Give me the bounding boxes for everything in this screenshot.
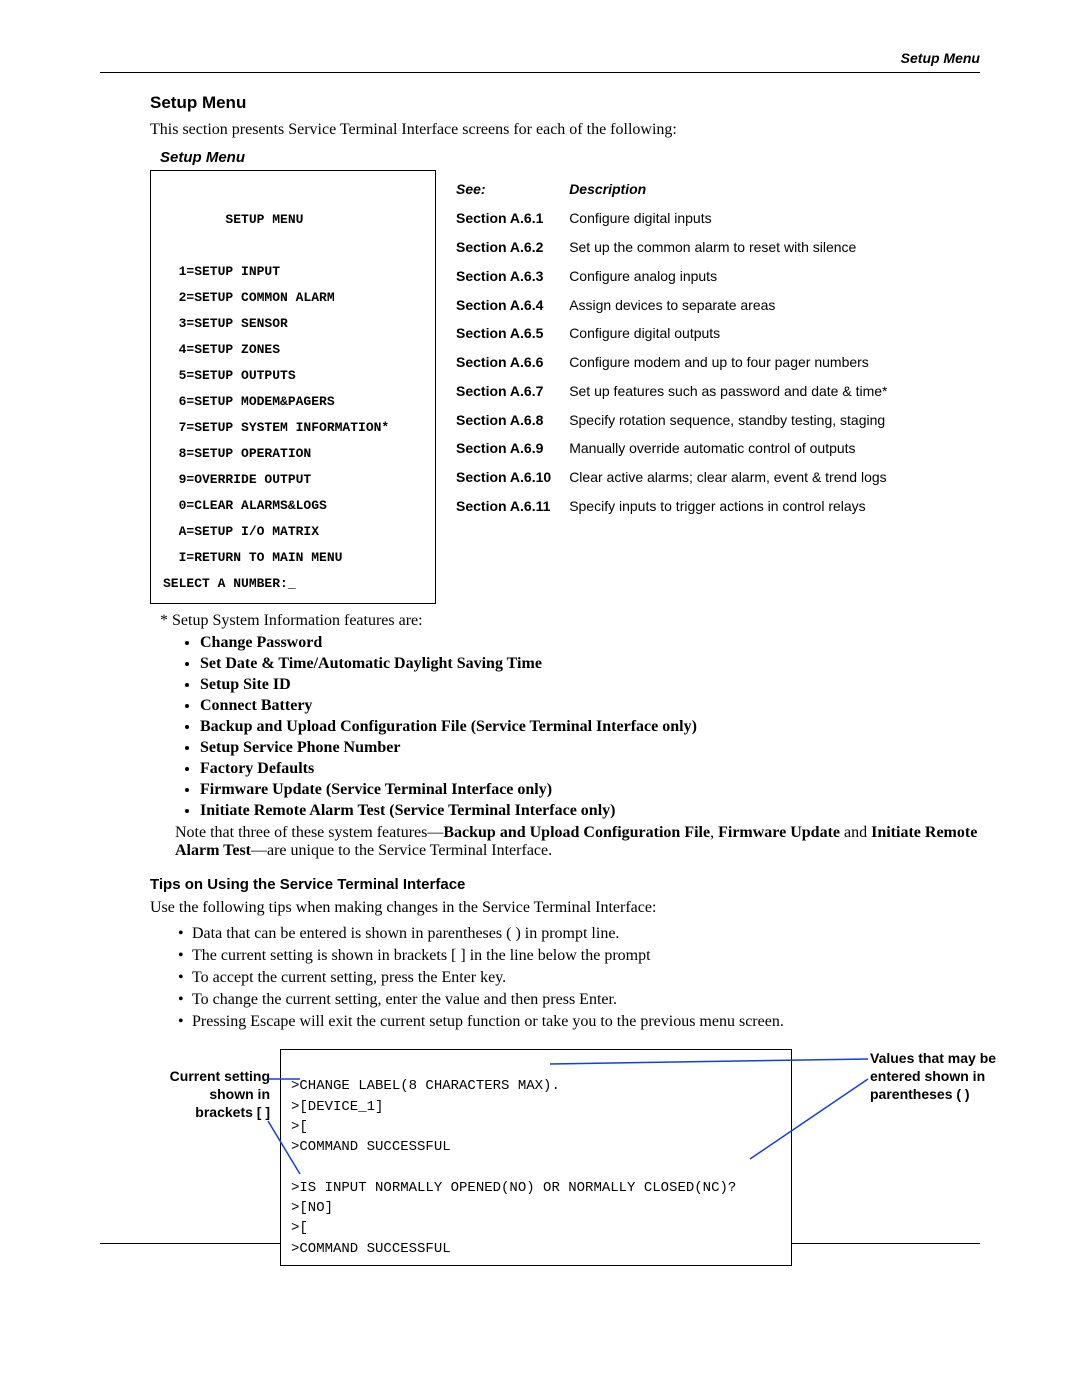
feature-note: Note that three of these system features…	[175, 824, 980, 860]
section-ref: Section A.6.10	[448, 464, 559, 491]
ex-line: >[	[291, 1220, 308, 1236]
section-ref: Section A.6.1	[448, 205, 559, 232]
example-diagram: Current setting shown in brackets [ ] >C…	[150, 1049, 980, 1219]
feature-item: Firmware Update (Service Terminal Interf…	[200, 781, 980, 799]
ex-line: >COMMAND SUCCESSFUL	[291, 1241, 451, 1257]
section-ref: Section A.6.8	[448, 406, 559, 433]
terminal-line: I=RETURN TO MAIN MENU	[163, 550, 342, 565]
ex-line: >IS INPUT NORMALLY OPENED(NO) OR NORMALL…	[291, 1180, 736, 1196]
col-see-header: See:	[448, 176, 559, 203]
section-desc: Clear active alarms; clear alarm, event …	[561, 464, 895, 491]
section-desc: Set up the common alarm to reset with si…	[561, 234, 895, 261]
terminal-setup-menu: SETUP MENU 1=SETUP INPUT 2=SETUP COMMON …	[150, 170, 436, 604]
section-desc: Manually override automatic control of o…	[561, 435, 895, 462]
terminal-line: 2=SETUP COMMON ALARM	[163, 290, 335, 305]
example-terminal: >CHANGE LABEL(8 CHARACTERS MAX). >[DEVIC…	[280, 1049, 792, 1266]
ex-line: >[	[291, 1119, 308, 1135]
ex-line: >[DEVICE_1]	[291, 1099, 383, 1115]
section-ref: Section A.6.5	[448, 320, 559, 347]
section-ref: Section A.6.3	[448, 262, 559, 289]
terminal-line: 7=SETUP SYSTEM INFORMATION*	[163, 420, 389, 435]
section-ref: Section A.6.6	[448, 349, 559, 376]
tip-item: Data that can be entered is shown in par…	[178, 925, 980, 943]
tip-subitem: To change the current setting, enter the…	[178, 991, 980, 1009]
ex-line: >CHANGE LABEL(8 CHARACTERS MAX).	[291, 1078, 560, 1094]
feature-item: Initiate Remote Alarm Test (Service Term…	[200, 802, 980, 820]
feature-item: Change Password	[200, 634, 980, 652]
terminal-line: 4=SETUP ZONES	[163, 342, 280, 357]
feature-item: Set Date & Time/Automatic Daylight Savin…	[200, 655, 980, 673]
terminal-line: A=SETUP I/O MATRIX	[163, 524, 319, 539]
feature-list: Change Password Set Date & Time/Automati…	[200, 634, 980, 820]
section-ref: Section A.6.2	[448, 234, 559, 261]
ex-line: >COMMAND SUCCESSFUL	[291, 1139, 451, 1155]
section-heading: Setup Menu	[150, 93, 980, 113]
callout-left: Current setting shown in brackets [ ]	[150, 1067, 270, 1122]
section-desc: Configure modem and up to four pager num…	[561, 349, 895, 376]
footnote-lead: * Setup System Information features are:	[160, 612, 980, 630]
terminal-line: SELECT A NUMBER:_	[163, 576, 296, 591]
menu-description-table: See: Description Section A.6.1Configure …	[446, 174, 897, 521]
section-desc: Configure analog inputs	[561, 262, 895, 289]
section-ref: Section A.6.4	[448, 291, 559, 318]
section-desc: Set up features such as password and dat…	[561, 377, 895, 404]
section-desc: Configure digital outputs	[561, 320, 895, 347]
terminal-line: 0=CLEAR ALARMS&LOGS	[163, 498, 327, 513]
ex-line: >[NO]	[291, 1200, 333, 1216]
tips-intro: Use the following tips when making chang…	[150, 899, 980, 917]
running-head: Setup Menu	[100, 50, 980, 73]
feature-item: Factory Defaults	[200, 760, 980, 778]
section-desc: Specify inputs to trigger actions in con…	[561, 493, 895, 520]
section-desc: Assign devices to separate areas	[561, 291, 895, 318]
tip-item: The current setting is shown in brackets…	[178, 947, 980, 965]
section-desc: Specify rotation sequence, standby testi…	[561, 406, 895, 433]
section-desc: Configure digital inputs	[561, 205, 895, 232]
section-ref: Section A.6.9	[448, 435, 559, 462]
col-desc-header: Description	[561, 176, 895, 203]
terminal-line: 5=SETUP OUTPUTS	[163, 368, 296, 383]
terminal-line: 8=SETUP OPERATION	[163, 446, 311, 461]
feature-item: Connect Battery	[200, 697, 980, 715]
tip-subitem: To accept the current setting, press the…	[178, 969, 980, 987]
feature-item: Backup and Upload Configuration File (Se…	[200, 718, 980, 736]
callout-right: Values that may be entered shown in pare…	[870, 1049, 1040, 1104]
intro-text: This section presents Service Terminal I…	[150, 121, 980, 139]
figure-caption: Setup Menu	[160, 149, 980, 166]
tip-item: Pressing Escape will exit the current se…	[178, 1013, 980, 1031]
terminal-title: SETUP MENU	[163, 212, 303, 227]
terminal-line: 1=SETUP INPUT	[163, 264, 280, 279]
tips-list: Data that can be entered is shown in par…	[178, 925, 980, 1031]
terminal-line: 6=SETUP MODEM&PAGERS	[163, 394, 335, 409]
feature-item: Setup Site ID	[200, 676, 980, 694]
section-ref: Section A.6.11	[448, 493, 559, 520]
terminal-line: 9=OVERRIDE OUTPUT	[163, 472, 311, 487]
terminal-line: 3=SETUP SENSOR	[163, 316, 288, 331]
section-ref: Section A.6.7	[448, 377, 559, 404]
feature-item: Setup Service Phone Number	[200, 739, 980, 757]
tips-heading: Tips on Using the Service Terminal Inter…	[150, 876, 980, 893]
